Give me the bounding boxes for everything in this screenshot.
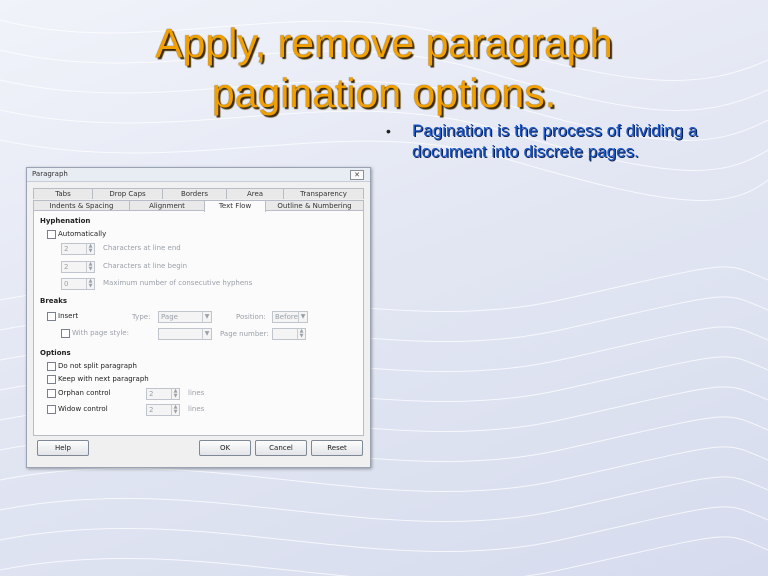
widow-control-checkbox[interactable] [47,405,56,414]
paragraph-dialog: Paragraph ✕ Tabs Drop Caps Borders Area … [26,167,371,468]
chars-line-begin-value: 2 [64,263,69,271]
page-number-spin[interactable]: ▲ ▼ [272,328,306,340]
chars-line-end-label: Characters at line end [103,244,181,252]
chars-line-begin-label: Characters at line begin [103,262,188,270]
bullet-text: Pagination is the process of dividing a … [412,121,698,161]
keep-with-next-label: Keep with next paragraph [58,375,149,383]
tab-transparency[interactable]: Transparency [283,188,364,199]
chars-line-end-spin[interactable]: 2 ▲ ▼ [61,243,95,255]
help-button[interactable]: Help [37,440,89,456]
bullet-marker: • [386,123,391,139]
breaks-heading: Breaks [40,297,68,305]
insert-label: Insert [58,312,79,320]
orphan-lines-value: 2 [149,390,154,398]
spin-arrows-icon: ▲ ▼ [171,389,179,399]
close-icon[interactable]: ✕ [350,170,364,180]
position-label: Position: [236,313,266,321]
options-heading: Options [40,349,71,357]
with-page-style-checkbox[interactable] [61,329,70,338]
do-not-split-checkbox[interactable] [47,362,56,371]
chevron-down-icon: ▼ [298,312,307,322]
max-hyphens-spin[interactable]: 0 ▲ ▼ [61,278,95,290]
widow-control-label: Widow control [58,405,108,413]
spin-arrows-icon: ▲ ▼ [86,244,94,254]
orphan-lines-spin[interactable]: 2 ▲ ▼ [146,388,180,400]
dialog-title: Paragraph [32,170,68,178]
tab-borders[interactable]: Borders [162,188,227,199]
widow-lines-unit: lines [188,405,205,413]
spin-arrows-icon: ▲ ▼ [86,279,94,289]
automatically-label: Automatically [58,230,107,238]
orphan-control-checkbox[interactable] [47,389,56,398]
orphan-control-label: Orphan control [58,389,111,397]
tab-area[interactable]: Area [226,188,284,199]
with-page-style-label: With page style: [72,329,129,337]
automatically-checkbox[interactable] [47,230,56,239]
hyphenation-heading: Hyphenation [40,217,91,225]
chevron-down-icon: ▼ [202,329,211,339]
chevron-down-icon: ▼ [202,312,211,322]
spin-arrows-icon: ▲ ▼ [297,329,305,339]
tab-drop-caps[interactable]: Drop Caps [92,188,163,199]
text-flow-panel: Hyphenation Automatically 2 ▲ ▼ Character… [33,210,364,436]
dialog-titlebar: Paragraph ✕ [27,168,370,182]
max-hyphens-label: Maximum number of consecutive hyphens [103,279,253,287]
tab-tabs[interactable]: Tabs [33,188,93,199]
page-style-select[interactable]: ▼ [158,328,212,340]
type-value: Page [161,313,178,321]
slide-title: Apply, remove paragraph pagination optio… [60,18,708,118]
spin-arrows-icon: ▲ ▼ [171,405,179,415]
widow-lines-value: 2 [149,406,154,414]
max-hyphens-value: 0 [64,280,69,288]
chars-line-end-value: 2 [64,245,69,253]
type-label: Type: [132,313,151,321]
type-select[interactable]: Page ▼ [158,311,212,323]
tab-text-flow[interactable]: Text Flow [204,200,266,212]
page-number-label: Page number: [220,330,269,338]
position-value: Before [275,313,298,321]
insert-checkbox[interactable] [47,312,56,321]
reset-button[interactable]: Reset [311,440,363,456]
chars-line-begin-spin[interactable]: 2 ▲ ▼ [61,261,95,273]
keep-with-next-checkbox[interactable] [47,375,56,384]
title-line-2: pagination options. [211,70,557,116]
cancel-button[interactable]: Cancel [255,440,307,456]
slide: Apply, remove paragraph pagination optio… [0,0,768,576]
ok-button[interactable]: OK [199,440,251,456]
spin-arrows-icon: ▲ ▼ [86,262,94,272]
title-line-1: Apply, remove paragraph [155,20,613,66]
orphan-lines-unit: lines [188,389,205,397]
widow-lines-spin[interactable]: 2 ▲ ▼ [146,404,180,416]
position-select[interactable]: Before ▼ [272,311,308,323]
do-not-split-label: Do not split paragraph [58,362,137,370]
